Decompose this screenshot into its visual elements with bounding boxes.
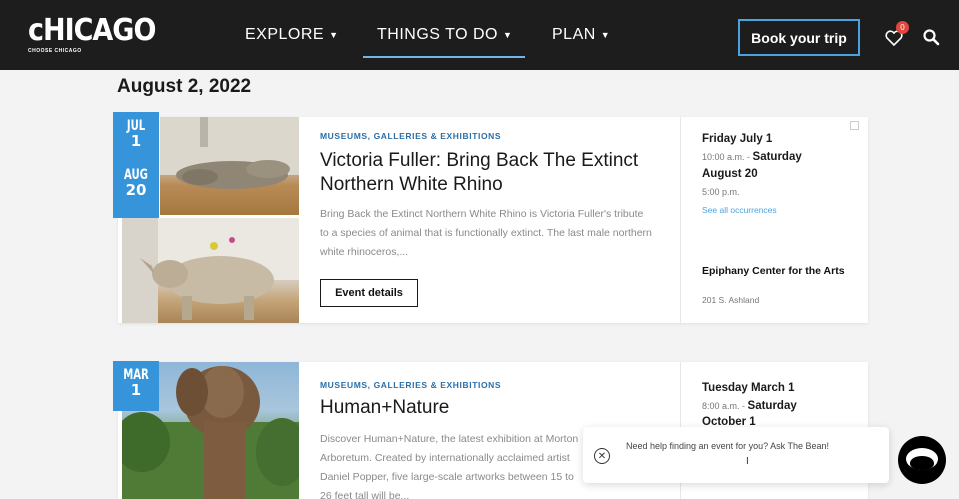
- caret-down-icon: ▼: [502, 30, 513, 40]
- event-end-time: 5:00 p.m.: [702, 187, 740, 197]
- nav-explore-label: EXPLORE: [245, 26, 325, 43]
- badge-start-month: JUL: [126, 118, 146, 134]
- event-start-day: Tuesday March 1: [702, 382, 795, 394]
- chat-prompt-popup: [583, 427, 889, 483]
- chat-prompt-text[interactable]: Need help finding an event for you? Ask …: [626, 441, 829, 451]
- event-image-rhino-lying[interactable]: [160, 117, 299, 215]
- nav-plan[interactable]: PLAN ▼: [552, 0, 610, 70]
- event-details-button[interactable]: Event details: [320, 279, 418, 307]
- date-heading: August 2, 2022: [117, 76, 252, 97]
- event-title[interactable]: Human+Nature: [320, 396, 650, 420]
- see-all-occurrences-link[interactable]: See all occurrences: [702, 205, 777, 215]
- event-description: Bring Back the Extinct Northern White Rh…: [320, 208, 652, 258]
- active-nav-underline: [363, 56, 525, 58]
- book-your-trip-button[interactable]: Book your trip: [738, 19, 860, 56]
- badge-start-day: 1: [130, 381, 142, 399]
- search-icon[interactable]: [922, 28, 940, 46]
- event-start-day: Friday July 1: [702, 133, 773, 145]
- caret-down-icon: ▼: [329, 30, 339, 40]
- close-icon[interactable]: ✕: [594, 448, 610, 464]
- event-date-badge: MAR 1: [113, 361, 159, 411]
- event-end-day: August 20: [702, 168, 758, 180]
- event-description: Discover Human+Nature, the latest exhibi…: [320, 433, 579, 499]
- badge-start-month: MAR: [123, 367, 149, 383]
- event-venue[interactable]: Epiphany Center for the Arts: [702, 265, 852, 278]
- nav-plan-label: PLAN: [552, 26, 596, 43]
- caret-down-icon: ▼: [600, 30, 611, 40]
- event-category: MUSEUMS, GALLERIES & EXHIBITIONS: [320, 380, 502, 390]
- chicago-logo[interactable]: cHICAGO CHOOSE CHICAGO: [28, 13, 156, 62]
- event-time-range: 10:00 a.m. - Saturday: [702, 151, 802, 163]
- share-icon[interactable]: [850, 121, 859, 130]
- event-image-rhino-standing[interactable]: [122, 218, 299, 323]
- event-time-range: 8:00 a.m. - Saturday: [702, 400, 797, 412]
- favorites-count-badge: 0: [896, 21, 909, 34]
- nav-things-to-do[interactable]: THINGS TO DO ▼: [377, 0, 512, 70]
- badge-start-day: 1: [130, 132, 142, 150]
- event-date-badge: JUL 1 AUG 20: [113, 112, 159, 218]
- nav-explore[interactable]: EXPLORE ▼: [245, 0, 339, 70]
- logo-tagline: CHOOSE CHICAGO: [28, 48, 82, 54]
- badge-end-month: AUG: [124, 167, 148, 183]
- text-cursor-icon: I: [746, 456, 749, 467]
- logo-wordmark: cHICAGO: [28, 13, 156, 48]
- badge-end-day: 20: [125, 181, 147, 199]
- event-title[interactable]: Victoria Fuller: Bring Back The Extinct …: [320, 149, 650, 197]
- event-category: MUSEUMS, GALLERIES & EXHIBITIONS: [320, 131, 502, 141]
- card-divider: [680, 117, 681, 323]
- event-address: 201 S. Ashland: [702, 295, 760, 305]
- nav-things-to-do-label: THINGS TO DO: [377, 26, 498, 43]
